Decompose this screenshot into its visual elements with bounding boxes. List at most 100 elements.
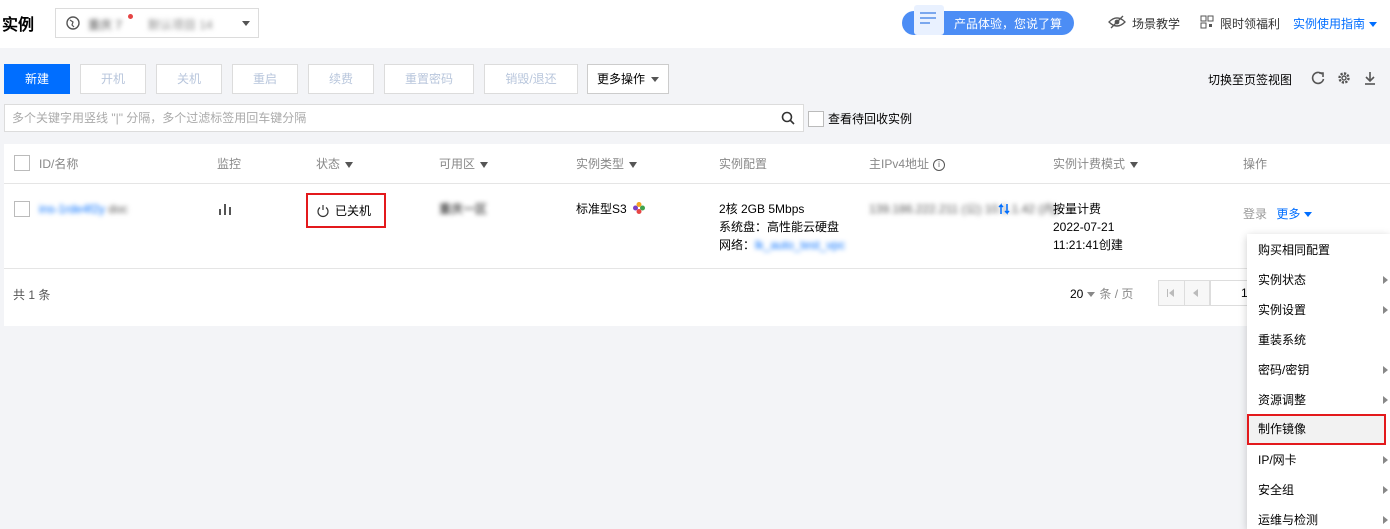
type-value: 标准型S3 [576,202,627,216]
prev-page-icon[interactable] [1193,289,1198,297]
gear-icon[interactable] [1336,70,1352,86]
config-cell: 2核 2GB 5Mbps 系统盘：高性能云硬盘 网络：lk_auto_test_… [719,200,845,254]
chevron-right-icon [1383,396,1388,404]
row-checkbox[interactable] [14,201,30,217]
power-icon [317,205,329,218]
reset-password-button[interactable]: 重置密码 [384,64,474,94]
menu-item-label: IP/网卡 [1258,453,1297,467]
menu-item-create-image[interactable]: 制作镜像 [1247,414,1386,445]
network-label: 网络： [719,238,756,252]
scene-tutorial-link[interactable]: 场景教学 [1108,15,1180,32]
column-zone[interactable]: 可用区 [439,155,489,172]
first-page-icon[interactable] [1169,289,1174,297]
billing-mode: 按量计费 [1053,202,1102,216]
instance-guide-link[interactable]: 实例使用指南 [1293,15,1378,32]
network-link[interactable]: lk_auto_test_vpc [755,236,845,254]
welfare-link[interactable]: 限时领福利 [1200,15,1280,32]
page-header: 实例 重庆 7 默认项目 14 产品体验，您说了算 场景教学 限时领福利 实例使… [0,0,1390,48]
region-selector[interactable]: 重庆 7 默认项目 14 [55,8,259,38]
column-type[interactable]: 实例类型 [576,155,638,172]
filter-icon[interactable] [1130,161,1139,168]
globe-icon [66,16,80,30]
bar-chart-icon[interactable] [218,202,232,216]
column-status-label: 状态 [316,157,341,171]
menu-item-reinstall[interactable]: 重装系统 [1247,325,1390,355]
more-actions-button[interactable]: 更多操作 [587,64,669,94]
search-box [4,104,804,132]
column-actions: 操作 [1243,157,1268,171]
type-cell: 标准型S3 [576,200,646,218]
info-icon[interactable]: i [933,158,946,171]
menu-item-instance-settings[interactable]: 实例设置 [1247,295,1390,325]
shutdown-button[interactable]: 关机 [156,64,222,94]
recycle-label: 查看待回收实例 [828,112,913,126]
menu-item-ip-nic[interactable]: IP/网卡 [1247,445,1390,475]
welfare-label: 限时领福利 [1220,17,1281,31]
chevron-right-icon [1383,516,1388,524]
menu-item-password-key[interactable]: 密码/密钥 [1247,355,1390,385]
download-icon[interactable] [1362,70,1378,86]
guide-label: 实例使用指南 [1293,17,1366,31]
page-size-unit: 条 / 页 [1099,287,1134,301]
recycle-checkbox[interactable] [808,110,824,127]
menu-item-label: 重装系统 [1258,333,1307,347]
search-input[interactable] [5,105,775,131]
page-title: 实例 [2,17,35,34]
chevron-right-icon [1383,366,1388,374]
menu-item-ops-check[interactable]: 运维与检测 [1247,505,1390,529]
switch-tab-view-link[interactable]: 切换至页签视图 [1208,71,1292,88]
refresh-icon[interactable] [1310,70,1326,86]
restart-button[interactable]: 重启 [232,64,298,94]
chevron-down-icon [651,77,659,83]
menu-item-buy-same[interactable]: 购买相同配置 [1247,235,1390,265]
feedback-promo-button[interactable]: 产品体验，您说了算 [902,5,1074,35]
create-button[interactable]: 新建 [4,64,70,94]
start-button[interactable]: 开机 [80,64,146,94]
ip-private: 10.1.1.42 (内) [984,202,1059,216]
chevron-down-icon [1087,292,1096,298]
actions-cell: 登录 更多 [1243,205,1313,223]
page-size-select[interactable]: 20 条 / 页 [1070,285,1133,302]
recycle-filter[interactable]: 查看待回收实例 [808,110,912,127]
config-network: 网络：lk_auto_test_vpc [719,236,845,254]
more-actions-label: 更多操作 [596,72,645,86]
scene-tutorial-label: 场景教学 [1132,17,1181,31]
menu-item-label: 制作镜像 [1258,422,1307,436]
chevron-down-icon [242,21,250,26]
column-monitor: 监控 [217,157,242,171]
status-cell-highlight: 已关机 [306,193,386,228]
more-actions-dropdown[interactable]: 更多 [1276,207,1313,221]
menu-item-label: 运维与检测 [1258,513,1319,527]
page-size-value: 20 [1070,287,1084,301]
chevron-right-icon [1383,276,1388,284]
filter-icon[interactable] [480,161,489,168]
filter-icon[interactable] [629,161,638,168]
document-icon [914,5,944,35]
config-disk: 系统盘：高性能云硬盘 [719,220,840,234]
swap-ip-icon[interactable] [998,202,1010,216]
menu-item-security-group[interactable]: 安全组 [1247,475,1390,505]
search-icon[interactable] [781,111,795,125]
instance-id-link[interactable]: ins-1rde4f2y [39,200,105,218]
column-status[interactable]: 状态 [316,155,354,172]
renew-button[interactable]: 续费 [308,64,374,94]
select-all-checkbox[interactable] [14,155,30,171]
column-ipv4: 主IPv4地址 i [869,155,946,172]
more-actions-menu: 购买相同配置 实例状态 实例设置 重装系统 密码/密钥 资源调整 制作镜像 IP… [1247,234,1390,529]
instance-id-cell: ins-1rde4f2y doc [39,200,128,218]
menu-item-instance-status[interactable]: 实例状态 [1247,265,1390,295]
menu-item-label: 实例设置 [1258,303,1307,317]
column-billing[interactable]: 实例计费模式 [1053,155,1139,172]
login-link[interactable]: 登录 [1243,207,1267,221]
region-project: 默认项目 14 [148,18,213,32]
star-badge-icon [633,202,646,214]
destroy-button[interactable]: 销毁/退还 [484,64,578,94]
instance-table: ID/名称 监控 状态 可用区 实例类型 实例配置 主IPv4地址 i 实例计费模… [4,144,1390,326]
filter-icon[interactable] [345,161,354,168]
menu-item-resource-adjust[interactable]: 资源调整 [1247,385,1390,415]
menu-item-label: 购买相同配置 [1258,243,1331,257]
chevron-down-icon [1369,22,1378,28]
menu-item-label: 密码/密钥 [1258,363,1310,377]
column-ipv4-label: 主IPv4地址 [869,157,930,171]
page-number-input[interactable]: 1 [1210,280,1250,306]
